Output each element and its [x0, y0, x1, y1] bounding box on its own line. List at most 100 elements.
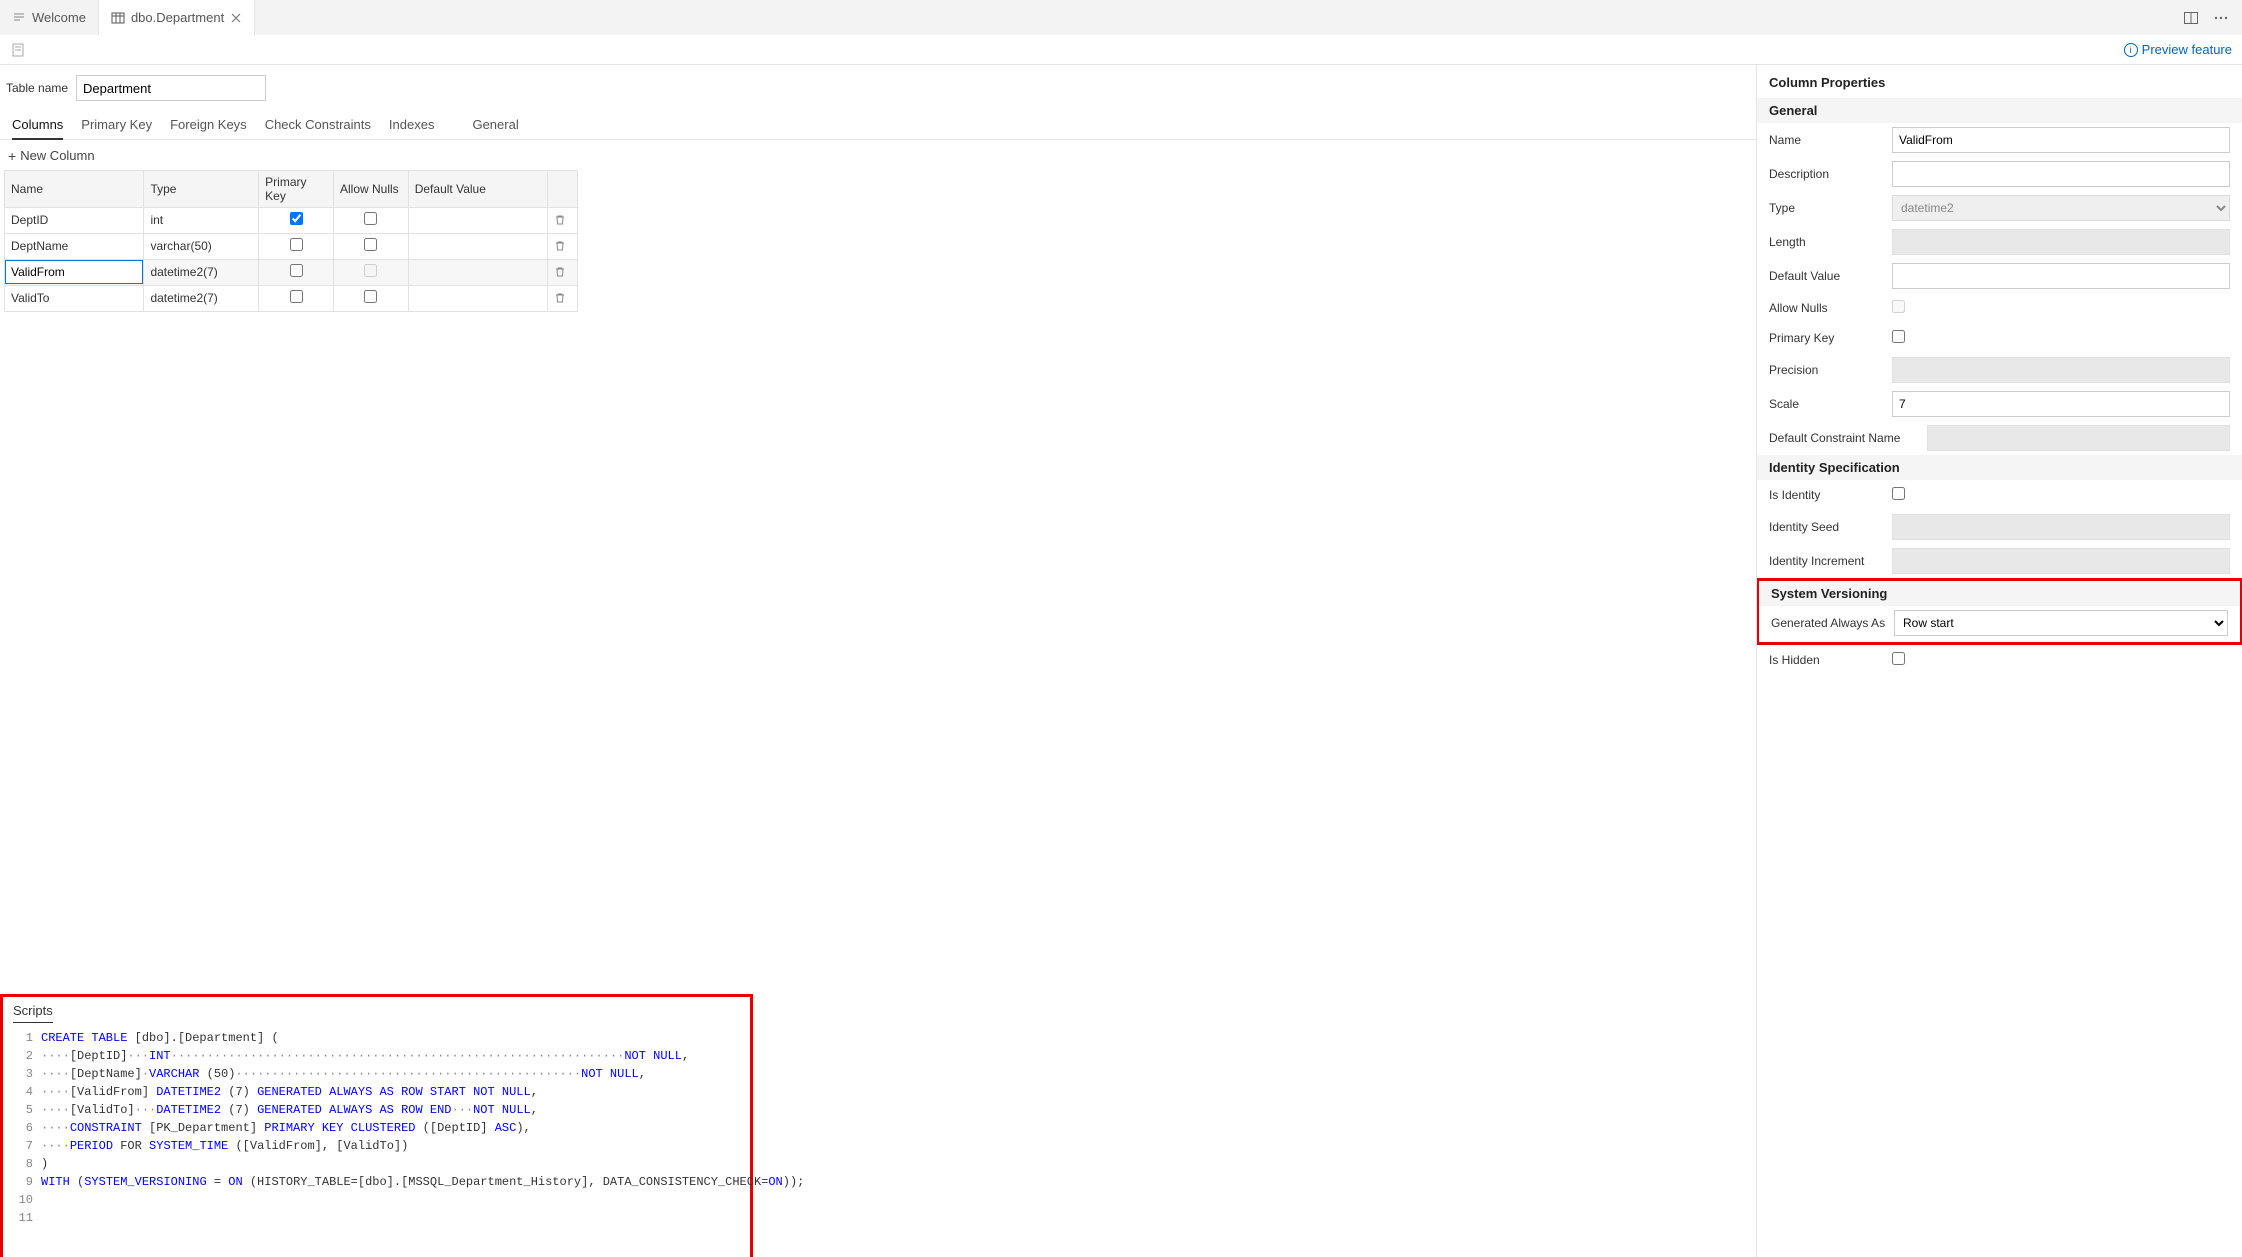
columns-grid: Name Type Primary Key Allow Nulls Defaul… [4, 170, 578, 312]
scripts-panel-title: Scripts [13, 1003, 53, 1023]
tab-check-constraints[interactable]: Check Constraints [265, 111, 371, 139]
cell-default[interactable] [408, 285, 547, 311]
label-default-value: Default Value [1769, 269, 1884, 283]
label-length: Length [1769, 235, 1884, 249]
trash-icon[interactable] [554, 214, 571, 226]
cell-name[interactable]: DeptID [5, 207, 144, 233]
label-allow-nulls: Allow Nulls [1769, 301, 1884, 315]
trash-icon[interactable] [554, 292, 571, 304]
properties-title: Column Properties [1757, 65, 2242, 98]
header-default-value: Default Value [408, 170, 547, 207]
header-type: Type [144, 170, 259, 207]
cell-nulls-checkbox[interactable] [364, 238, 377, 251]
label-is-hidden: Is Hidden [1769, 653, 1884, 667]
table-name-label: Table name [6, 81, 68, 95]
cell-pk-checkbox[interactable] [290, 290, 303, 303]
label-precision: Precision [1769, 363, 1884, 377]
cell-name-input[interactable] [5, 260, 143, 284]
select-type: datetime2 [1892, 195, 2230, 221]
cell-type[interactable]: int [144, 207, 259, 233]
trash-icon[interactable] [554, 266, 571, 278]
cell-nulls-checkbox[interactable] [364, 290, 377, 303]
header-allow-nulls: Allow Nulls [333, 170, 408, 207]
designer-sub-tabs: Columns Primary Key Foreign Keys Check C… [0, 107, 1756, 140]
cell-default[interactable] [408, 233, 547, 259]
tab-columns[interactable]: Columns [12, 111, 63, 140]
table-icon [111, 11, 125, 25]
cell-nulls-checkbox [364, 264, 377, 277]
table-row[interactable]: datetime2(7) [5, 259, 578, 285]
script-icon[interactable] [10, 42, 26, 58]
cell-pk-checkbox[interactable] [290, 212, 303, 225]
trash-icon[interactable] [554, 240, 571, 252]
checkbox-is-identity[interactable] [1892, 487, 1905, 500]
table-row[interactable]: DeptID int [5, 207, 578, 233]
properties-pane: Column Properties General Name Descripti… [1756, 65, 2242, 1257]
scripts-panel: Scripts 1CREATE TABLE [dbo].[Department]… [0, 994, 753, 1257]
checkbox-is-hidden[interactable] [1892, 652, 1905, 665]
label-generated-always: Generated Always As [1771, 616, 1886, 630]
new-column-button[interactable]: + New Column [8, 148, 95, 163]
label-default-constraint: Default Constraint Name [1769, 431, 1919, 445]
table-name-input[interactable] [76, 75, 266, 101]
cell-name[interactable]: ValidTo [5, 285, 144, 311]
input-description[interactable] [1892, 161, 2230, 187]
select-generated-always[interactable]: Row start [1894, 610, 2228, 636]
label-primary-key: Primary Key [1769, 331, 1884, 345]
tab-welcome[interactable]: Welcome [0, 0, 99, 35]
welcome-icon [12, 11, 26, 25]
header-primary-key: Primary Key [259, 170, 334, 207]
cell-type[interactable]: datetime2(7) [144, 259, 259, 285]
tab-welcome-label: Welcome [32, 10, 86, 25]
checkbox-primary-key[interactable] [1892, 330, 1905, 343]
section-identity: Identity Specification [1757, 455, 2242, 480]
preview-feature-label: Preview feature [2142, 42, 2232, 57]
tab-indexes[interactable]: Indexes [389, 111, 435, 139]
input-scale[interactable] [1892, 391, 2230, 417]
close-icon[interactable] [230, 12, 242, 24]
tab-primary-key[interactable]: Primary Key [81, 111, 152, 139]
cell-default[interactable] [408, 207, 547, 233]
cell-name[interactable] [5, 259, 144, 285]
input-identity-seed [1892, 514, 2230, 540]
preview-feature-link[interactable]: i Preview feature [2124, 42, 2232, 57]
split-editor-icon[interactable] [2182, 9, 2200, 27]
system-versioning-highlight: System Versioning Generated Always As Ro… [1756, 578, 2242, 645]
cell-type[interactable]: varchar(50) [144, 233, 259, 259]
table-row[interactable]: ValidTo datetime2(7) [5, 285, 578, 311]
plus-icon: + [8, 149, 16, 163]
tab-department[interactable]: dbo.Department [99, 0, 255, 35]
label-description: Description [1769, 167, 1884, 181]
more-actions-icon[interactable] [2212, 9, 2230, 27]
section-general: General [1757, 98, 2242, 123]
cell-default[interactable] [408, 259, 547, 285]
label-name: Name [1769, 133, 1884, 147]
label-type: Type [1769, 201, 1884, 215]
label-identity-increment: Identity Increment [1769, 554, 1884, 568]
input-name[interactable] [1892, 127, 2230, 153]
info-icon: i [2124, 43, 2138, 57]
tab-foreign-keys[interactable]: Foreign Keys [170, 111, 247, 139]
tab-department-label: dbo.Department [131, 10, 224, 25]
table-row[interactable]: DeptName varchar(50) [5, 233, 578, 259]
input-precision [1892, 357, 2230, 383]
tab-bar: Welcome dbo.Department [0, 0, 2242, 35]
checkbox-allow-nulls [1892, 300, 1905, 313]
cell-pk-checkbox[interactable] [290, 238, 303, 251]
label-is-identity: Is Identity [1769, 488, 1884, 502]
input-default-constraint [1927, 425, 2230, 451]
input-identity-increment [1892, 548, 2230, 574]
input-length [1892, 229, 2230, 255]
script-editor[interactable]: 1CREATE TABLE [dbo].[Department] (2····[… [13, 1029, 740, 1227]
cell-pk-checkbox[interactable] [290, 264, 303, 277]
tab-general[interactable]: General [472, 111, 518, 139]
label-scale: Scale [1769, 397, 1884, 411]
cell-nulls-checkbox[interactable] [364, 212, 377, 225]
designer-toolbar: i Preview feature [0, 35, 2242, 65]
cell-type[interactable]: datetime2(7) [144, 285, 259, 311]
input-default-value[interactable] [1892, 263, 2230, 289]
cell-name[interactable]: DeptName [5, 233, 144, 259]
section-versioning: System Versioning [1759, 581, 2240, 606]
label-identity-seed: Identity Seed [1769, 520, 1884, 534]
new-column-label: New Column [20, 148, 94, 163]
